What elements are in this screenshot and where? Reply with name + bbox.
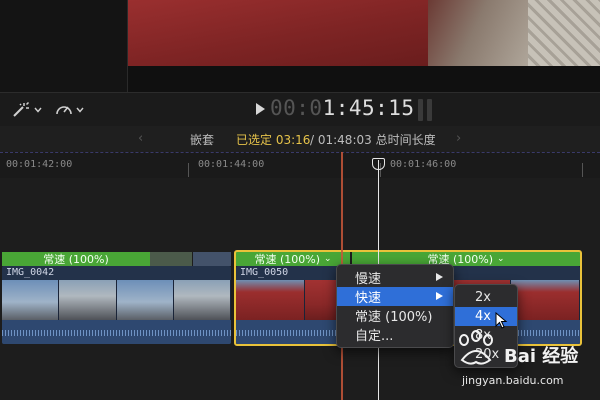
- viewer: [0, 0, 600, 92]
- speed-bar-clip1[interactable]: 常速 (100%): [2, 252, 150, 266]
- menu-item-label: 常速 (100%): [355, 310, 433, 325]
- retime-context-menu: 慢速 快速 常速 (100%) 自定...: [336, 264, 454, 348]
- ruler-tick: [582, 163, 583, 177]
- clip-name: IMG_0050: [240, 267, 289, 278]
- menu-item-fast[interactable]: 快速: [337, 287, 453, 306]
- submenu-arrow-icon: [436, 273, 443, 281]
- watermark-brand: Bai 经验: [504, 346, 579, 367]
- ruler-label: 00:01:44:00: [198, 159, 265, 170]
- speed-bar-label: 常速 (100%): [43, 253, 109, 266]
- clip-thumbnail: [511, 280, 580, 320]
- clip-thumbnail: [173, 280, 231, 320]
- timecode-bright: 1:45:15: [322, 96, 415, 120]
- submenu-item-label: 2x: [475, 290, 491, 305]
- selected-duration: 已选定 03:16: [236, 133, 311, 147]
- submenu-item-label: 4x: [475, 309, 491, 324]
- clip-thumbnail: [116, 280, 174, 320]
- submenu-item-2x[interactable]: 2x: [455, 288, 517, 307]
- ruler-label: 00:01:42:00: [6, 159, 73, 170]
- timecode-dim: 00:0: [270, 96, 323, 120]
- chevron-down-icon: [76, 107, 84, 113]
- magic-wand-icon: [13, 101, 30, 117]
- pointer-cursor-icon: [495, 312, 508, 329]
- viewer-sidebar: [0, 0, 128, 92]
- speedometer-icon: [56, 106, 72, 115]
- speed-bar-segment: [193, 252, 231, 266]
- preview-wall: [128, 0, 428, 66]
- watermark-url: jingyan.baidu.com: [462, 374, 564, 387]
- paw-logo-icon: [459, 330, 493, 365]
- timeline-info-bar: ‹ 嵌套 已选定 03:16 / 01:48:03 总时间长度 ›: [0, 126, 600, 152]
- video-preview: [128, 0, 600, 66]
- timeline-ruler[interactable]: 00:01:42:00 00:01:44:00 00:01:46:00: [0, 152, 600, 178]
- retime-menu-button[interactable]: [54, 100, 84, 120]
- speed-bar-label: 常速 (100%): [254, 253, 320, 266]
- clip-thumbnail: [59, 280, 117, 320]
- effects-menu-button[interactable]: [10, 100, 42, 120]
- chevron-down-icon[interactable]: ⌄: [497, 254, 505, 264]
- submenu-arrow-icon: [436, 292, 443, 300]
- chevron-left-icon[interactable]: ‹: [138, 131, 143, 146]
- playhead-handle[interactable]: [372, 158, 385, 170]
- menu-item-label: 自定...: [355, 329, 394, 344]
- ruler-tick: [188, 163, 189, 177]
- play-icon[interactable]: [256, 103, 265, 115]
- clip-img-0042[interactable]: IMG_0042: [2, 266, 231, 344]
- chevron-down-icon[interactable]: ⌄: [324, 254, 332, 264]
- playback-toolbar: 00:01:45:15: [0, 92, 600, 126]
- clip-thumbnails: [2, 280, 231, 320]
- ruler-label: 00:01:46:00: [390, 159, 457, 170]
- clip-thumbnail: [236, 280, 305, 320]
- nest-label: 嵌套: [190, 133, 215, 147]
- menu-item-slow[interactable]: 慢速: [337, 268, 453, 287]
- chevron-down-icon: [34, 107, 42, 113]
- baidu-jingyan-watermark: Bai 经验 jingyan.baidu.com: [452, 330, 592, 396]
- speed-bar-clip2-a[interactable]: 常速 (100%) ⌄: [236, 252, 350, 266]
- menu-item-normal[interactable]: 常速 (100%): [337, 306, 453, 325]
- menu-item-custom[interactable]: 自定...: [337, 325, 453, 344]
- viewer-letterbox: [128, 66, 600, 92]
- menu-item-label: 慢速: [355, 272, 382, 287]
- audio-meter-icon: [418, 99, 432, 121]
- preview-pavement: [528, 0, 600, 66]
- chevron-right-icon[interactable]: ›: [456, 131, 461, 146]
- total-duration: / 01:48:03 总时间长度: [310, 133, 436, 147]
- speed-bar-segment: [150, 252, 192, 266]
- clip-name: IMG_0042: [6, 267, 55, 278]
- menu-item-label: 快速: [355, 291, 382, 306]
- clip-thumbnail: [2, 280, 60, 320]
- audio-waveform: [2, 320, 231, 344]
- timecode-display[interactable]: 00:01:45:15: [270, 96, 415, 120]
